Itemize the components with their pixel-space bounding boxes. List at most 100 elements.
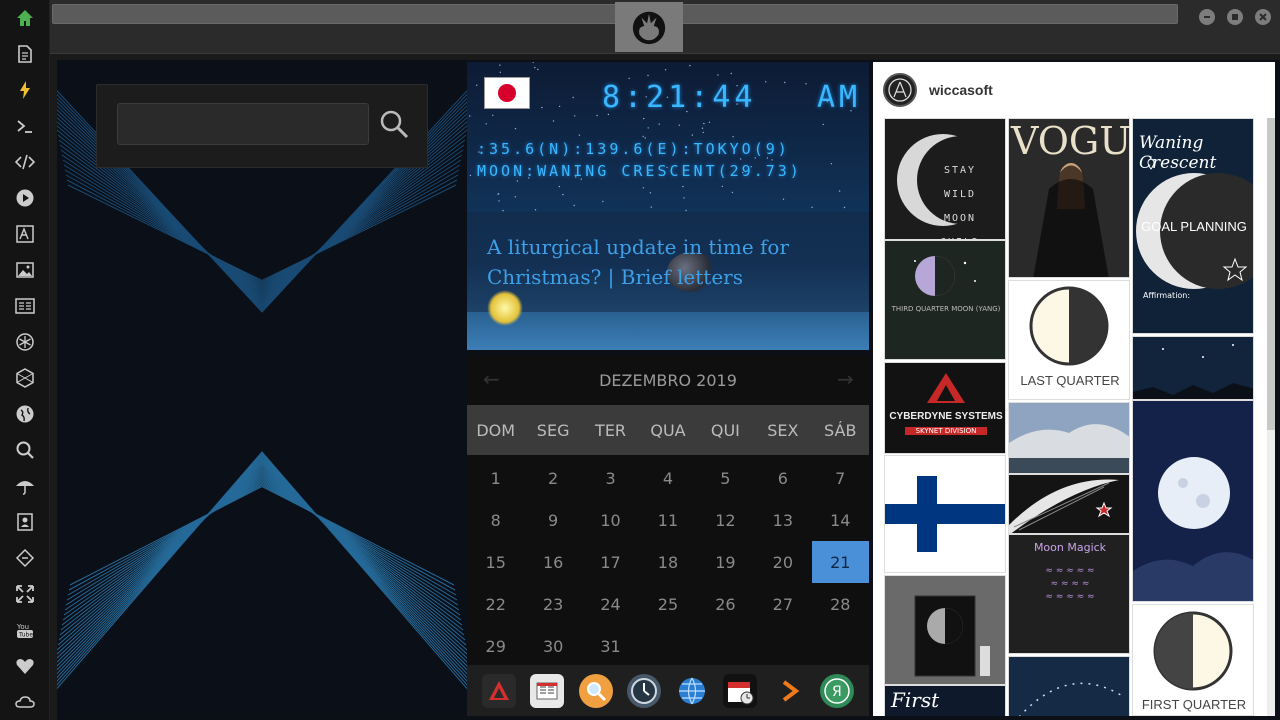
calendar-day[interactable]: 5 [697, 457, 754, 499]
pin-moon-poster[interactable] [884, 575, 1006, 685]
pin-vogue[interactable]: VOGUE [1008, 118, 1130, 278]
calendar-day[interactable]: 12 [697, 499, 754, 541]
calendar-day[interactable]: 3 [582, 457, 639, 499]
newspaper-icon[interactable] [13, 294, 37, 318]
calendar-app-icon[interactable] [723, 673, 758, 708]
calendar-month-title: DEZEMBRO 2019 [599, 370, 737, 390]
yandex-app-icon[interactable]: Я [819, 673, 854, 708]
contact-card-icon[interactable] [13, 510, 37, 534]
search-app-icon[interactable] [578, 673, 613, 708]
search-input[interactable] [117, 103, 369, 145]
atom-icon[interactable] [13, 330, 37, 354]
calendar-day[interactable]: 26 [697, 583, 754, 625]
translate-icon[interactable] [13, 222, 37, 246]
cloud-icon[interactable] [13, 690, 37, 714]
minimize-button[interactable] [1199, 9, 1215, 25]
calendar-day[interactable]: 31 [582, 625, 639, 667]
rebel-logo-icon [632, 11, 666, 45]
pin-skynet-text: SKYNET DIVISION [905, 427, 987, 435]
pin-first-quarter[interactable]: FIRST QUARTER [1132, 604, 1254, 716]
calendar-day[interactable]: 20 [754, 541, 811, 583]
home-icon[interactable] [13, 6, 37, 30]
calendar-day[interactable]: 23 [524, 583, 581, 625]
calendar-day[interactable]: 10 [582, 499, 639, 541]
calendar-day[interactable]: 14 [812, 499, 869, 541]
japan-flag-icon[interactable] [484, 77, 530, 109]
pin-night-sky[interactable] [1008, 656, 1130, 716]
pin-cyberdyne[interactable]: CYBERDYNE SYSTEMS SKYNET DIVISION [884, 362, 1006, 454]
news-app-icon[interactable] [530, 673, 565, 708]
pin-waning-crescent[interactable]: Waning Crescent GOAL PLANNING Affirmatio… [1132, 118, 1254, 334]
fullscreen-icon[interactable] [13, 582, 37, 606]
lightning-icon[interactable] [13, 78, 37, 102]
calendar-day[interactable]: 24 [582, 583, 639, 625]
calendar-day[interactable]: 6 [754, 457, 811, 499]
calendar-day[interactable]: 11 [639, 499, 696, 541]
arrow-app-icon[interactable] [772, 674, 806, 708]
search-button[interactable] [377, 107, 411, 141]
calendar-day[interactable]: 15 [467, 541, 524, 583]
clock-app-icon[interactable] [626, 673, 661, 708]
calendar-day[interactable]: 18 [639, 541, 696, 583]
calendar-day[interactable]: 4 [639, 457, 696, 499]
close-button[interactable] [1255, 9, 1271, 25]
youtube-icon[interactable]: You Tube [13, 618, 37, 642]
pin-first-quarter-text: FIRST QUARTER [1141, 697, 1247, 712]
svg-text:You: You [16, 623, 29, 631]
news-headline-link[interactable]: A liturgical update in time for Christma… [487, 232, 827, 292]
calendar-day[interactable]: 29 [467, 625, 524, 667]
heart-icon[interactable] [13, 654, 37, 678]
umbrella-icon[interactable] [13, 474, 37, 498]
pin-milky-way[interactable] [1132, 336, 1254, 400]
calendar-day[interactable]: 25 [639, 583, 696, 625]
calendar-day[interactable]: 2 [524, 457, 581, 499]
calendar-day[interactable]: 8 [467, 499, 524, 541]
sidebar: You Tube [0, 0, 50, 720]
document-icon[interactable] [13, 42, 37, 66]
code-icon[interactable] [13, 150, 37, 174]
weekday-label: TER [595, 420, 627, 440]
pin-last-quarter[interactable]: LAST QUARTER [1008, 280, 1130, 400]
pin-stay-wild-text: STAY WILD MOON CHILD [940, 165, 978, 239]
pinterest-widget: wiccasoft STAY WILD MOON CHILD THIRD QUA… [873, 62, 1275, 716]
globe-icon[interactable] [13, 402, 37, 426]
image-icon[interactable] [13, 258, 37, 282]
calendar-day[interactable]: 19 [697, 541, 754, 583]
pin-volcano-photo[interactable] [1008, 402, 1130, 474]
calendar-day[interactable]: 28 [812, 583, 869, 625]
avatar[interactable] [883, 73, 917, 107]
hexagon-icon[interactable] [13, 366, 37, 390]
pin-first-quarter-script[interactable]: First Quarter [884, 685, 1006, 716]
pin-nz-flag[interactable] [1008, 474, 1130, 534]
pin-stay-wild[interactable]: STAY WILD MOON CHILD [884, 118, 1006, 240]
calendar-day[interactable]: 17 [582, 541, 639, 583]
calendar-day[interactable]: 21 [811, 541, 869, 583]
pin-moon-magick[interactable]: Moon Magick ≈ ≈ ≈ ≈ ≈ ≈ ≈ ≈ ≈ ≈ ≈ ≈ ≈ ≈ [1008, 534, 1130, 654]
calendar-day[interactable]: 27 [754, 583, 811, 625]
calendar-day[interactable]: 1 [467, 457, 524, 499]
search-widget [96, 84, 428, 168]
rebel-alliance-logo-tab[interactable] [615, 2, 683, 52]
moon-phase: MOON:WANING CRESCENT(29.73) [477, 162, 802, 180]
pin-third-quarter[interactable]: THIRD QUARTER MOON (YANG) [884, 240, 1006, 360]
play-icon[interactable] [13, 186, 37, 210]
pinterest-header: wiccasoft [873, 62, 1275, 118]
next-month-icon[interactable]: → [837, 367, 854, 391]
maximize-button[interactable] [1227, 9, 1243, 25]
pin-full-moon[interactable] [1132, 400, 1254, 602]
globe-app-icon[interactable] [675, 674, 709, 708]
pinterest-scrollbar-thumb[interactable] [1267, 118, 1275, 430]
calendar-day[interactable]: 9 [524, 499, 581, 541]
search-icon[interactable] [13, 438, 37, 462]
diamond-code-icon[interactable] [13, 546, 37, 570]
pin-finland-flag[interactable] [884, 455, 1006, 573]
calendar-day[interactable]: 13 [754, 499, 811, 541]
pinterest-username[interactable]: wiccasoft [929, 82, 993, 98]
calendar-days-grid: 1 2 3 4 5 6 7 8 9 10 11 12 13 14 15 16 17 18 19 20 21 22 23 24 2… [467, 457, 869, 667]
rebel-app-icon[interactable] [482, 673, 517, 708]
terminal-icon[interactable] [13, 114, 37, 138]
calendar-day[interactable]: 30 [524, 625, 581, 667]
calendar-day[interactable]: 7 [812, 457, 869, 499]
calendar-day[interactable]: 16 [524, 541, 581, 583]
calendar-day[interactable]: 22 [467, 583, 524, 625]
